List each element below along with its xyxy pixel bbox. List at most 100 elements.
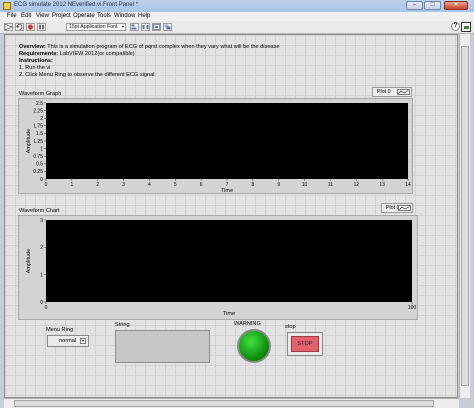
requirements-label: Requirements: <box>19 51 59 57</box>
waveform-chart-label: Waveform Chart <box>19 208 60 214</box>
minimize-button[interactable]: – <box>406 1 423 10</box>
overview-label: Overview: <box>19 44 46 50</box>
stop-label: stop <box>285 324 296 330</box>
horizontal-scrollbar[interactable] <box>4 398 459 408</box>
menu-help[interactable]: Help <box>138 13 150 19</box>
y-tick-label: 1.75 <box>33 124 43 130</box>
help-icon[interactable]: ? <box>451 22 460 31</box>
chevron-down-icon: ▾ <box>80 338 86 344</box>
run-continuously-icon[interactable] <box>15 23 24 31</box>
string-label: String <box>115 322 130 328</box>
waveform-graph: 0 0.25 0.5 0.75 1 1.25 1.5 1.75 2 2.25 2.5 0 1 2 3 4 5 6 7… <box>18 98 413 194</box>
menu-tools[interactable]: Tools <box>97 13 111 19</box>
instructions-label: Instructions: <box>19 58 53 64</box>
waveform-graph-legend[interactable]: Plot 0 <box>372 87 412 97</box>
x-axis-label: Time <box>223 311 235 317</box>
plot-area <box>46 220 412 302</box>
waveform-chart: 0 1 2 3 0 100 Time Amplitude <box>18 215 418 320</box>
waveform-chart-plot[interactable]: 0 1 2 3 0 100 Time Amplitude <box>19 216 419 321</box>
x-tick-label: 3 <box>122 182 125 188</box>
warning-label: WARNING <box>234 321 261 327</box>
waveform-graph-plot[interactable]: 00.250.50.7511.251.51.7522.252.50 1 2 3 4 5 6 7… <box>19 99 414 195</box>
y-tick-label: 0.75 <box>33 154 43 160</box>
front-panel: Overview: This is a simulation program o… <box>4 34 458 398</box>
menu-ring-label: Menu Ring <box>46 327 74 333</box>
y-tick-label: 2.25 <box>33 108 43 114</box>
x-tick-label: 6 <box>200 182 203 188</box>
stop-button-face: STOP <box>291 336 319 352</box>
stop-button[interactable]: STOP <box>287 332 323 356</box>
pause-icon[interactable] <box>37 23 46 31</box>
overview-line: Overview: This is a simulation program o… <box>19 44 439 51</box>
x-tick-label: 12 <box>354 182 360 188</box>
waveform-graph-legend-label: Plot 0 <box>377 89 391 95</box>
menu-ring[interactable]: normal ▾ <box>47 335 89 347</box>
waveform-chart-legend[interactable]: Plot 0 <box>381 203 413 213</box>
x-tick-label: 5 <box>174 182 177 188</box>
plot-area <box>46 103 408 179</box>
font-selector[interactable]: 15pt Application Font ▾ <box>66 23 126 31</box>
warning-led <box>237 329 271 363</box>
menu-view[interactable]: View <box>36 13 49 19</box>
labview-app-icon <box>3 2 11 10</box>
horizontal-scrollbar-thumb[interactable] <box>14 400 434 407</box>
y-tick-label: 0.5 <box>36 162 43 168</box>
x-axis-label: Time <box>221 188 233 194</box>
y-axis-label: Amplitude <box>26 129 32 153</box>
y-tick-label: 2 <box>40 245 43 251</box>
x-tick-label: 1 <box>70 182 73 188</box>
instructions-heading: Instructions: <box>19 58 439 65</box>
y-tick-label: 3 <box>40 218 43 224</box>
instruction-step: 2. Click Menu Ring to observe the differ… <box>19 72 155 78</box>
plot-line-swatch-icon <box>398 205 411 211</box>
y-tick-label: 1.5 <box>36 131 43 137</box>
instruction-step: 1. Run the vi <box>19 65 51 71</box>
x-tick-label: 0 <box>45 305 48 311</box>
distribute-objects-icon[interactable] <box>141 23 150 31</box>
y-tick-label: 0 <box>40 177 43 183</box>
y-tick-label: 0.25 <box>33 169 43 175</box>
y-tick-label: 1 <box>40 272 43 278</box>
x-tick-label: 14 <box>405 182 411 188</box>
x-tick-label: 10 <box>302 182 308 188</box>
requirements-line: Requirements: LabVIEW 2012(or compatible… <box>19 51 439 58</box>
x-tick-label: 13 <box>379 182 385 188</box>
instructions-text: Overview: This is a simulation program o… <box>19 44 439 79</box>
resize-objects-icon[interactable] <box>152 23 161 31</box>
close-button[interactable]: ✕ <box>444 1 468 10</box>
x-tick-label: 8 <box>251 182 254 188</box>
vertical-scrollbar-thumb[interactable] <box>461 46 469 386</box>
y-tick-label: 1.25 <box>33 139 43 145</box>
menu-ring-value: normal <box>59 338 77 344</box>
menu-operate[interactable]: Operate <box>73 13 95 19</box>
run-arrow-icon[interactable] <box>4 23 13 31</box>
menu-window[interactable]: Window <box>114 13 135 19</box>
string-indicator <box>115 330 210 363</box>
x-tick-label: 2 <box>96 182 99 188</box>
vertical-scrollbar[interactable] <box>459 34 470 398</box>
window-title: ECG simulate 2012 NEverified.vi Front Pa… <box>14 2 139 8</box>
align-objects-icon[interactable] <box>130 23 139 31</box>
menu-edit[interactable]: Edit <box>21 13 31 19</box>
plot-line-swatch-icon <box>397 89 410 95</box>
chevron-down-icon: ▾ <box>121 24 124 29</box>
toolbar: 15pt Application Font ▾ ? <box>0 21 474 34</box>
y-tick-label: 0 <box>40 300 43 306</box>
requirements-text: LabVIEW 2012(or compatible) <box>58 51 135 57</box>
reorder-icon[interactable] <box>163 23 172 31</box>
x-tick-label: 4 <box>148 182 151 188</box>
x-tick-label: 9 <box>277 182 280 188</box>
x-tick-label: 0 <box>45 182 48 188</box>
menu-file[interactable]: File <box>7 13 17 19</box>
vi-icon[interactable] <box>461 22 471 32</box>
font-selector-value: 15pt Application Font <box>69 24 118 30</box>
menu-project[interactable]: Project <box>52 13 71 19</box>
abort-icon[interactable] <box>26 23 35 31</box>
y-tick-label: 2 <box>40 116 43 122</box>
x-tick-label: 100 <box>408 305 417 311</box>
y-tick-label: 2.5 <box>36 101 43 107</box>
y-tick-label: 1 <box>40 146 43 152</box>
maximize-button[interactable]: □ <box>424 1 441 10</box>
y-axis-label: Amplitude <box>26 249 32 273</box>
x-tick-label: 11 <box>328 182 333 188</box>
